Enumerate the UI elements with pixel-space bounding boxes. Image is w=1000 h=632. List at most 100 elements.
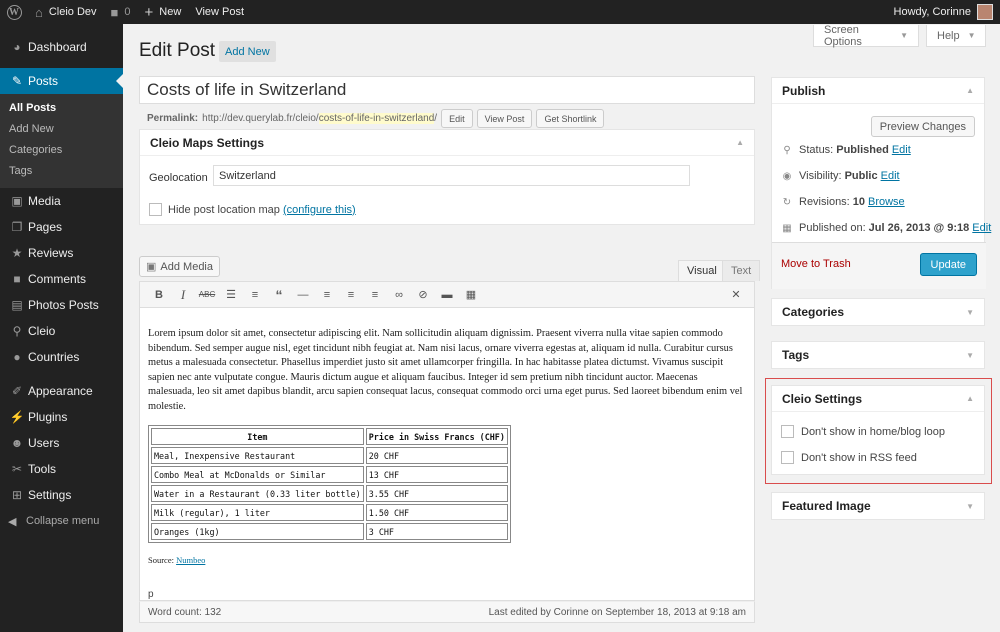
tab-visual[interactable]: Visual [678,260,726,281]
menu-item-media[interactable]: ▣ Media [0,188,123,214]
table-row: Water in a Restaurant (0.33 liter bottle… [151,485,508,502]
hide-map-option: Hide post location map (configure this) [149,203,356,216]
numbeo-link[interactable]: Numbeo [176,555,205,565]
editor-content[interactable]: Lorem ipsum dolor sit amet, consectetur … [148,327,743,415]
strikethrough-icon[interactable]: ABC [195,285,219,305]
box-header[interactable]: Tags ▼ [772,342,984,368]
permalink-slug[interactable]: costs-of-life-in-switzerland [318,113,435,124]
fullscreen-icon[interactable]: ✕ [724,285,748,305]
menu-item-cleio[interactable]: ⚲ Cleio [0,318,123,344]
dashboard-icon: ◕ [13,40,21,54]
location-icon: ⚲ [12,324,22,338]
align-left-icon[interactable]: ≡ [315,285,339,305]
screen-options-button[interactable]: Screen Options ▼ [813,24,919,48]
revisions-row: ↻ Revisions: 10 Browse [782,196,905,208]
menu-item-photos-posts[interactable]: ▤ Photos Posts [0,292,123,318]
chevron-down-icon: ▼ [967,31,976,40]
menu-item-plugins[interactable]: ⚡ Plugins [0,404,123,430]
italic-icon[interactable]: I [171,285,195,305]
users-icon: ☻ [10,436,24,450]
preview-changes-button[interactable]: Preview Changes [870,116,975,137]
edit-visibility-link[interactable]: Edit [881,170,900,182]
tab-text[interactable]: Text [722,260,761,281]
table-cell: 13 CHF [365,466,508,483]
chevron-down-icon: ▼ [900,31,908,40]
menu-item-posts[interactable]: ✎ Posts [0,68,123,94]
box-header[interactable]: Featured Image ▼ [772,493,984,519]
menu-item-countries[interactable]: ● Countries [0,344,123,370]
horizontal-line-icon[interactable]: — [291,285,315,305]
configure-link[interactable]: (configure this) [283,204,356,216]
price-table: Item Price in Swiss Francs (CHF) Meal, In… [148,425,511,543]
pin-icon: ✎ [11,74,23,88]
read-more-icon[interactable]: ▬ [435,285,459,305]
help-button[interactable]: Help ▼ [926,25,986,47]
site-name-link[interactable]: ⌂ Cleio Dev [28,0,104,24]
bold-icon[interactable]: B [147,285,171,305]
menu-item-dashboard[interactable]: ◕ Dashboard [0,34,123,60]
unlink-icon[interactable]: ⊘ [411,285,435,305]
wordpress-logo-icon[interactable]: W [0,0,28,24]
chevron-down-icon[interactable]: ▼ [966,351,974,360]
submenu-tags[interactable]: Tags [0,161,123,182]
menu-item-comments[interactable]: ■ Comments [0,266,123,292]
hide-map-checkbox[interactable] [149,203,162,216]
update-button[interactable]: Update [919,253,977,276]
edit-permalink-button[interactable]: Edit [441,109,473,128]
box-header[interactable]: Cleio Settings ▲ [772,386,984,412]
editor-status-bar: Word count: 132 Last edited by Corinne o… [139,601,755,623]
chevron-down-icon[interactable]: ▼ [966,502,974,511]
move-to-trash-link[interactable]: Move to Trash [781,258,851,270]
submenu-all-posts[interactable]: All Posts [0,98,123,119]
comments-icon: ■ [13,272,21,286]
settings-icon: ⊞ [11,488,23,502]
menu-item-appearance[interactable]: ✐ Appearance [0,378,123,404]
numbered-list-icon[interactable]: ≡ [243,285,267,305]
edit-date-link[interactable]: Edit [972,222,991,234]
toggle-arrow-icon[interactable]: ▲ [966,86,974,95]
menu-item-users[interactable]: ☻ Users [0,430,123,456]
menu-item-settings[interactable]: ⊞ Settings [0,482,123,508]
browse-revisions-link[interactable]: Browse [868,196,905,208]
new-content-link[interactable]: + New [138,0,189,24]
submenu-categories[interactable]: Categories [0,140,123,161]
box-header[interactable]: Categories ▼ [772,299,984,325]
home-loop-checkbox[interactable] [781,425,794,438]
add-new-button[interactable]: Add New [219,41,276,62]
table-cell: Water in a Restaurant (0.33 liter bottle… [151,485,364,502]
eye-icon: ◉ [782,170,792,182]
rss-feed-checkbox[interactable] [781,451,794,464]
submenu-add-new[interactable]: Add New [0,119,123,140]
view-post-button[interactable]: View Post [476,109,533,128]
align-center-icon[interactable]: ≡ [339,285,363,305]
chevron-down-icon[interactable]: ▼ [966,308,974,317]
post-title-input[interactable]: Costs of life in Switzerland [139,76,755,104]
wrench-icon: ✂ [11,462,23,476]
align-right-icon[interactable]: ≡ [363,285,387,305]
get-shortlink-button[interactable]: Get Shortlink [536,109,605,128]
box-header[interactable]: Cleio Maps Settings ▲ [140,130,754,156]
menu-item-pages[interactable]: ❐ Pages [0,214,123,240]
menu-item-reviews[interactable]: ★ Reviews [0,240,123,266]
geolocation-input[interactable]: Switzerland [213,165,690,186]
box-header[interactable]: Publish ▲ [772,78,984,104]
account-menu[interactable]: Howdy, Corinne [887,0,1000,24]
admin-menu: ◕ Dashboard ✎ Posts All Posts Add New Cate… [0,24,123,632]
comments-link[interactable]: ■ 0 [104,0,138,24]
table-cell: Milk (regular), 1 liter [151,504,364,521]
admin-bar: W ⌂ Cleio Dev ■ 0 + New View Post Howdy, Co… [0,0,1000,24]
insert-link-icon[interactable]: ∞ [387,285,411,305]
blockquote-icon[interactable]: “ [267,285,291,305]
media-icon: ▣ [11,194,23,208]
toggle-arrow-icon[interactable]: ▲ [736,138,744,147]
collapse-menu-button[interactable]: ◀ Collapse menu [0,508,123,534]
edit-status-link[interactable]: Edit [892,144,911,156]
add-media-button[interactable]: ▣ Add Media [139,256,220,277]
toggle-arrow-icon[interactable]: ▲ [966,394,974,403]
toolbar-toggle-icon[interactable]: ▦ [459,285,483,305]
view-post-link[interactable]: View Post [188,0,251,24]
table-cell: 3 CHF [365,523,508,540]
tags-box: Tags ▼ [771,341,985,369]
menu-item-tools[interactable]: ✂ Tools [0,456,123,482]
bullet-list-icon[interactable]: ☰ [219,285,243,305]
